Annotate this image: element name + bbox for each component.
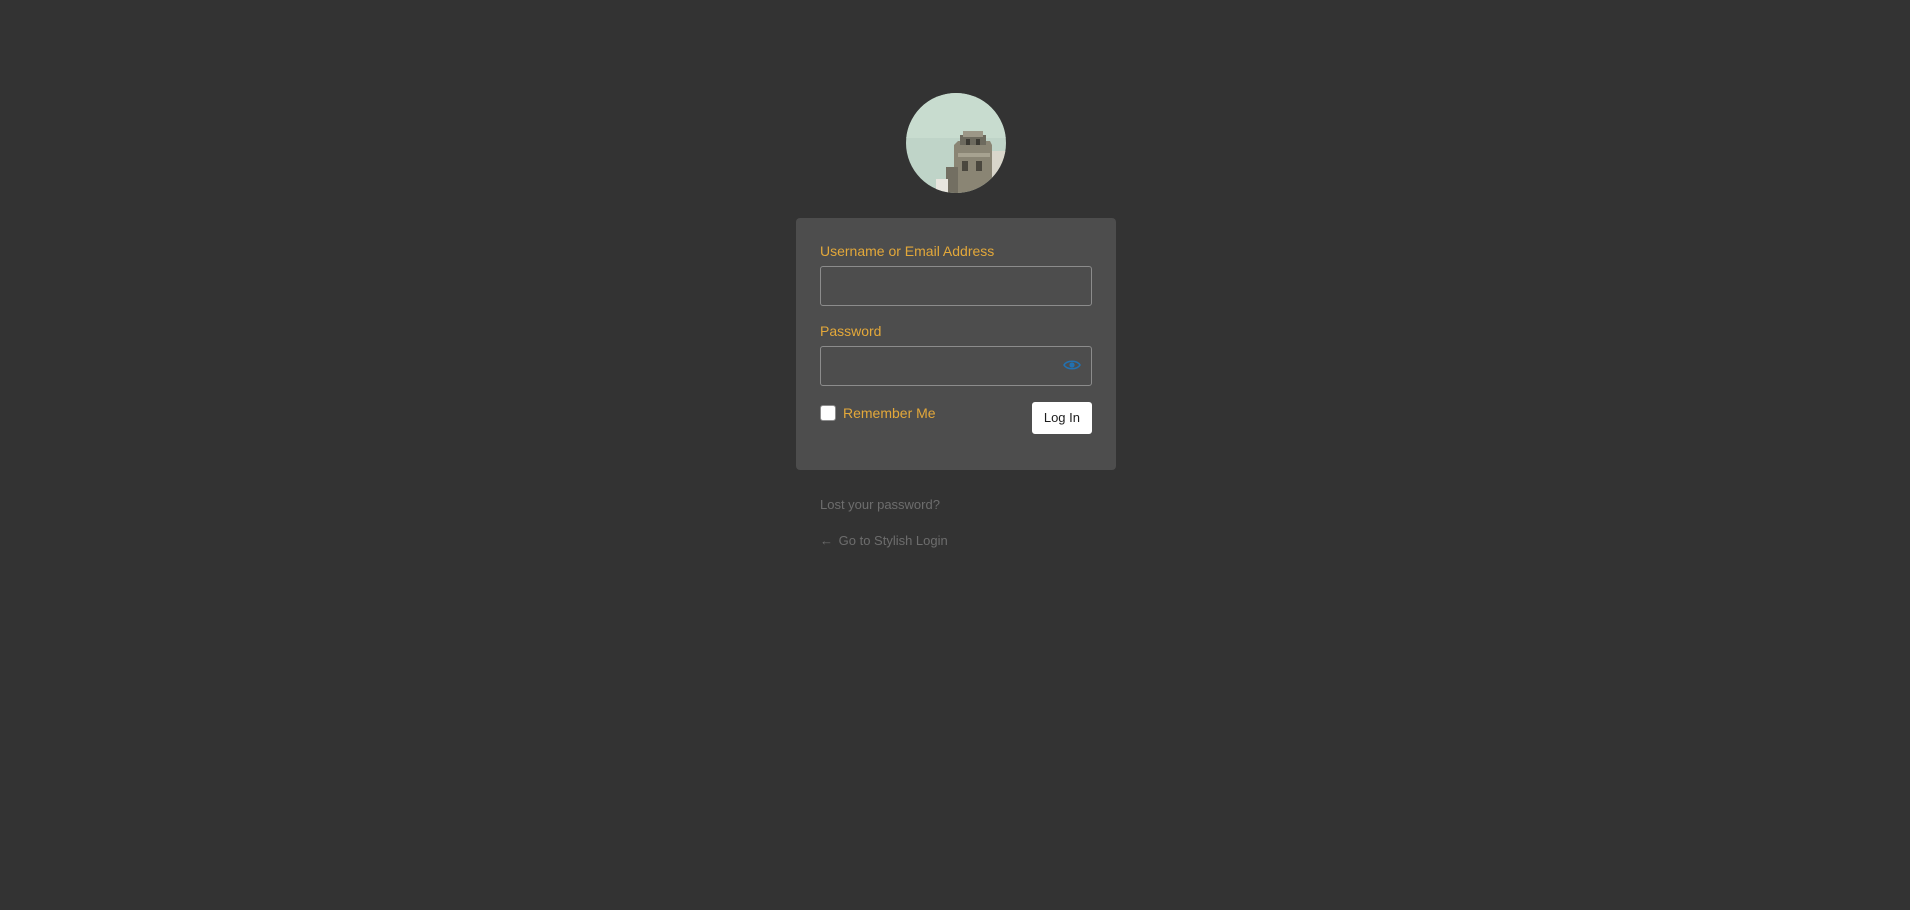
site-logo[interactable]	[906, 93, 1006, 193]
back-to-site-label: Go to Stylish Login	[838, 533, 948, 548]
eye-icon	[1063, 359, 1081, 374]
remember-me-label: Remember Me	[843, 405, 936, 421]
back-arrow-icon: ←	[820, 533, 833, 548]
password-label: Password	[820, 323, 882, 339]
login-form: Username or Email Address Password Remem…	[796, 218, 1116, 470]
password-group: Password	[820, 322, 1092, 386]
username-group: Username or Email Address	[820, 242, 1092, 306]
logo-image	[906, 93, 1006, 193]
show-password-button[interactable]	[1052, 346, 1092, 386]
back-to-site-link[interactable]: ← Go to Stylish Login	[820, 532, 948, 550]
login-button[interactable]: Log In	[1031, 402, 1092, 434]
remember-me-checkbox[interactable]	[820, 405, 836, 421]
username-label: Username or Email Address	[820, 243, 995, 259]
lost-password-link[interactable]: Lost your password?	[820, 496, 948, 514]
nav-links: Lost your password? ← Go to Stylish Logi…	[820, 496, 948, 550]
password-wrapper	[820, 346, 1092, 386]
remember-me[interactable]: Remember Me	[820, 404, 936, 422]
username-input[interactable]	[820, 266, 1092, 306]
form-actions: Remember Me Log In	[820, 402, 1092, 434]
